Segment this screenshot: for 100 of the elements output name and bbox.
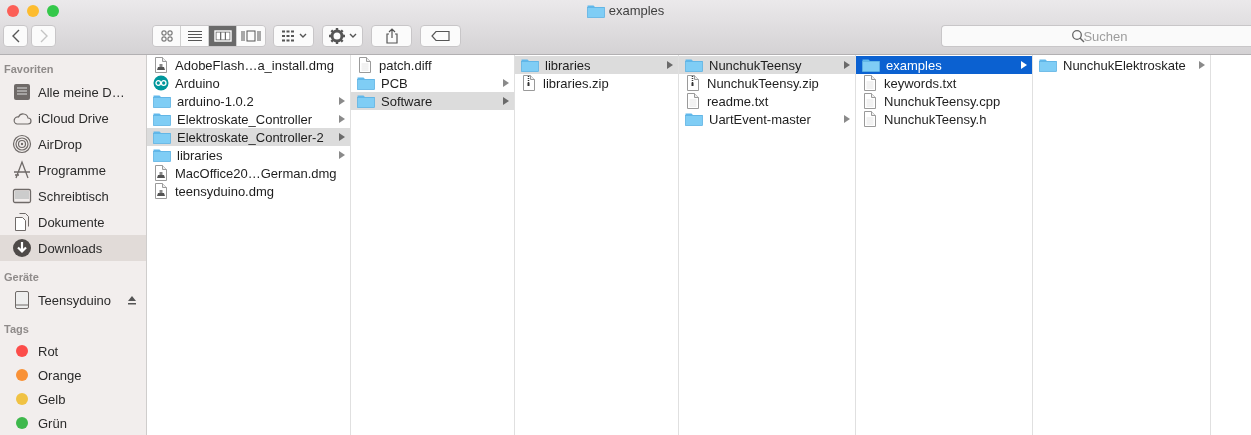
file-name: NunchukTeensy.zip (707, 75, 819, 91)
eject-icon[interactable] (127, 295, 137, 305)
folder-icon (153, 148, 171, 162)
sidebar-label: Programme (38, 162, 106, 178)
sidebar-label: Orange (38, 367, 82, 383)
tag-icon (430, 30, 451, 42)
file-item[interactable]: readme.txt (679, 92, 855, 110)
arrange-button[interactable] (273, 25, 314, 47)
file-name: libraries (177, 147, 223, 163)
share-button[interactable] (371, 25, 412, 47)
file-item[interactable]: Arduino (147, 74, 350, 92)
search-field[interactable]: Suchen (941, 25, 1251, 47)
folder-icon (1039, 58, 1057, 72)
sidebar-label: Teensyduino (38, 292, 111, 308)
file-name: libraries (545, 57, 591, 73)
file-item[interactable]: UartEvent-master (679, 110, 855, 128)
file-item[interactable]: NunchukTeensy.cpp (856, 92, 1032, 110)
file-cabinet-icon (12, 82, 32, 102)
file-item[interactable]: NunchukElektroskate (1033, 56, 1210, 74)
file-item[interactable]: NunchukTeensy (679, 56, 855, 74)
sidebar-item[interactable]: Teensyduino (0, 287, 146, 313)
documents-icon (12, 212, 32, 232)
caret-down-icon (298, 33, 307, 39)
drive-icon (12, 290, 32, 310)
sidebar-item[interactable]: Grün (0, 411, 146, 435)
sidebar-item[interactable]: Gelb (0, 387, 146, 411)
sidebar-heading: Geräte (3, 270, 40, 285)
apps-icon (12, 160, 32, 180)
file-item[interactable]: NunchukTeensy.zip (679, 74, 855, 92)
file-item[interactable]: arduino-1.0.2 (147, 92, 350, 110)
share-icon (384, 28, 399, 44)
list-icon (186, 29, 203, 43)
folder-icon (357, 76, 375, 90)
folder-icon (153, 130, 171, 144)
sidebar-item[interactable]: iCloud Drive (0, 105, 146, 131)
file-item[interactable]: PCB (351, 74, 514, 92)
document-icon (685, 93, 701, 109)
tag-button[interactable] (420, 25, 461, 47)
file-item[interactable]: examples (856, 56, 1032, 74)
zip-file-icon (521, 75, 537, 91)
file-name: Elektroskate_Controller (177, 111, 313, 127)
cover-flow-icon (241, 29, 261, 43)
sidebar-item[interactable]: Downloads (0, 235, 146, 261)
app-icon (153, 75, 169, 91)
file-item[interactable]: NunchukTeensy.h (856, 110, 1032, 128)
zip-file-icon (685, 75, 701, 91)
folder-icon (153, 94, 171, 108)
sidebar-item[interactable]: Rot (0, 339, 146, 363)
file-item[interactable]: teensyduino.dmg (147, 182, 350, 200)
back-button[interactable] (3, 25, 28, 47)
file-item[interactable]: Elektroskate_Controller-2 (147, 128, 350, 146)
search-icon (1071, 29, 1085, 43)
tag-dot-icon (16, 393, 28, 405)
sidebar-label: Alle meine D… (38, 84, 125, 100)
folder-icon (357, 94, 375, 108)
file-item[interactable]: libraries (147, 146, 350, 164)
sidebar-label: Gelb (38, 391, 66, 407)
sidebar-label: Downloads (38, 240, 103, 256)
file-item[interactable]: patch.diff (351, 56, 514, 74)
document-icon (862, 111, 878, 127)
view-mode-control[interactable] (152, 25, 266, 47)
file-item[interactable]: MacOffice20…German.dmg (147, 164, 350, 182)
sidebar-item[interactable]: Schreibtisch (0, 183, 146, 209)
file-name: arduino-1.0.2 (177, 93, 254, 109)
folder-icon (586, 3, 605, 18)
sidebar-item[interactable]: AirDrop (0, 131, 146, 157)
sidebar-label: Dokumente (38, 214, 105, 230)
document-icon (862, 75, 878, 91)
file-item[interactable]: AdobeFlash…a_install.dmg (147, 56, 350, 74)
file-name: UartEvent-master (709, 111, 811, 127)
file-item[interactable]: Software (351, 92, 514, 110)
action-button[interactable] (322, 25, 363, 47)
file-name: examples (886, 57, 942, 73)
caret-down-icon (348, 33, 357, 39)
file-item[interactable]: Elektroskate_Controller (147, 110, 350, 128)
window-title: examples (608, 3, 665, 18)
file-name: NunchukTeensy (709, 57, 802, 73)
folder-icon (685, 58, 703, 72)
sidebar-heading: Favoriten (3, 62, 55, 77)
icons-view-button[interactable] (153, 26, 181, 46)
file-name: Elektroskate_Controller-2 (177, 129, 324, 145)
sidebar-item[interactable]: Orange (0, 363, 146, 387)
sidebar-label: iCloud Drive (38, 110, 109, 126)
columns-view-button[interactable] (209, 26, 237, 46)
sidebar-item[interactable]: Alle meine D… (0, 79, 146, 105)
folder-icon (862, 58, 880, 72)
file-name: keywords.txt (884, 75, 957, 91)
sidebar-item[interactable]: Programme (0, 157, 146, 183)
list-view-button[interactable] (181, 26, 209, 46)
file-name: AdobeFlash…a_install.dmg (175, 57, 334, 73)
file-item[interactable]: libraries.zip (515, 74, 678, 92)
file-item[interactable]: libraries (515, 56, 678, 74)
file-name: Arduino (175, 75, 220, 91)
tag-dot-icon (16, 345, 28, 357)
file-item[interactable]: keywords.txt (856, 74, 1032, 92)
folder-icon (521, 58, 539, 72)
sidebar-item[interactable]: Dokumente (0, 209, 146, 235)
grid-icon (159, 29, 174, 43)
file-name: readme.txt (707, 93, 769, 109)
download-icon (12, 238, 32, 258)
